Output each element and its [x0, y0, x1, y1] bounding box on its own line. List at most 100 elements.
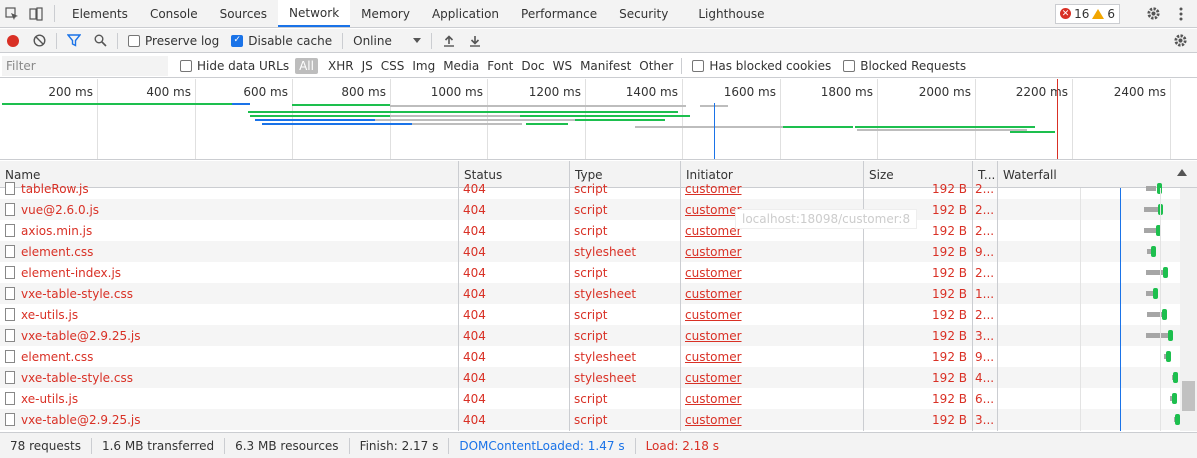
table-row[interactable]: element.css 404 stylesheet customer 192 B 9..…	[0, 241, 1180, 262]
request-initiator-link[interactable]: customer	[680, 304, 863, 325]
request-initiator[interactable]: customer	[685, 392, 742, 406]
request-initiator-link[interactable]: customer	[680, 388, 863, 409]
disable-cache-checkbox[interactable]: ✓ Disable cache	[225, 34, 338, 48]
more-options-icon[interactable]	[1169, 7, 1193, 21]
scrollbar-thumb[interactable]	[1182, 381, 1195, 411]
request-initiator[interactable]: customer	[685, 371, 742, 385]
waterfall-grid-line	[1080, 188, 1081, 431]
table-row[interactable]: vxe-table@2.9.25.js 404 script customer 192 …	[0, 325, 1180, 346]
request-initiator[interactable]: customer	[685, 224, 742, 238]
request-name: element-index.js	[21, 265, 122, 280]
request-initiator-link[interactable]: customer	[680, 325, 863, 346]
export-har-button[interactable]	[462, 29, 488, 53]
request-initiator[interactable]: customer	[685, 413, 742, 427]
filter-type-all[interactable]: All	[295, 57, 318, 74]
filter-type-other[interactable]: Other	[635, 59, 677, 73]
filter-input[interactable]	[2, 55, 168, 76]
request-initiator-link[interactable]: customer	[680, 346, 863, 367]
request-name: element.css	[21, 244, 94, 259]
tab-sources[interactable]: Sources	[209, 0, 278, 27]
filter-type-js[interactable]: JS	[358, 59, 377, 73]
request-initiator-link[interactable]: customer	[680, 367, 863, 388]
tab-application[interactable]: Application	[421, 0, 510, 27]
record-button[interactable]	[0, 29, 26, 53]
search-button[interactable]	[87, 29, 113, 53]
throttling-select[interactable]: Online	[347, 34, 427, 48]
request-initiator-link[interactable]: customer	[680, 409, 863, 430]
blocked-requests-checkbox[interactable]: Blocked Requests	[837, 59, 972, 73]
table-row[interactable]: vxe-table-style.css 404 stylesheet customer…	[0, 367, 1180, 388]
filter-type-media[interactable]: Media	[439, 59, 483, 73]
request-initiator-link[interactable]: customer	[680, 262, 863, 283]
filter-type-font[interactable]: Font	[483, 59, 517, 73]
table-row[interactable]: vxe-table-style.css 404 stylesheet customer…	[0, 283, 1180, 304]
request-size: 192 B	[932, 391, 967, 406]
request-initiator[interactable]: customer	[685, 287, 742, 301]
divider	[117, 32, 118, 49]
tab-performance[interactable]: Performance	[510, 0, 608, 27]
tab-elements[interactable]: Elements	[61, 0, 139, 27]
preserve-log-checkbox[interactable]: Preserve log	[122, 34, 225, 48]
request-initiator[interactable]: customer	[685, 245, 742, 259]
table-row[interactable]: axios.min.js 404 script customer 192 B 2...	[0, 220, 1180, 241]
request-time: 2...	[975, 202, 995, 217]
tab-console[interactable]: Console	[139, 0, 209, 27]
request-name-cell: vxe-table@2.9.25.js	[0, 325, 458, 346]
clear-button[interactable]	[26, 29, 52, 53]
request-status: 404	[463, 223, 486, 238]
tab-network[interactable]: Network	[278, 0, 351, 27]
request-initiator-link[interactable]: customer	[680, 241, 863, 262]
table-row[interactable]: vxe-table@2.9.25.js 404 script customer 192 …	[0, 409, 1180, 430]
checkbox-checked-icon: ✓	[231, 34, 244, 47]
tab-security[interactable]: Security	[608, 0, 679, 27]
request-initiator[interactable]: customer	[685, 329, 742, 343]
grid-line	[195, 79, 196, 159]
request-time: 3...	[975, 412, 995, 427]
grid-line	[877, 79, 878, 159]
table-row[interactable]: xe-utils.js 404 script customer 192 B 2...	[0, 304, 1180, 325]
table-row[interactable]: tableRow.js 404 script customer 192 B 2...	[0, 178, 1180, 199]
filter-type-manifest[interactable]: Manifest	[576, 59, 635, 73]
has-blocked-cookies-checkbox[interactable]: Has blocked cookies	[686, 59, 837, 73]
request-initiator[interactable]: customer	[685, 350, 742, 364]
tab-lighthouse[interactable]: Lighthouse	[687, 0, 775, 27]
request-initiator[interactable]: customer	[685, 308, 742, 322]
table-row[interactable]: xe-utils.js 404 script customer 192 B 6...	[0, 388, 1180, 409]
request-initiator[interactable]: customer	[685, 266, 742, 280]
request-initiator[interactable]: customer	[685, 182, 742, 196]
import-har-button[interactable]	[436, 29, 462, 53]
filter-type-ws[interactable]: WS	[549, 59, 576, 73]
request-initiator-link[interactable]: customer	[680, 178, 863, 199]
filter-type-img[interactable]: Img	[408, 59, 439, 73]
filter-type-doc[interactable]: Doc	[517, 59, 548, 73]
issues-counter[interactable]: ✕ 16 6	[1055, 3, 1120, 24]
tab-memory[interactable]: Memory	[350, 0, 421, 27]
timeline-tick: 1200 ms	[528, 85, 581, 99]
inspect-element-icon[interactable]	[0, 0, 24, 27]
filter-toggle-button[interactable]	[61, 29, 87, 53]
table-row[interactable]: element-index.js 404 script customer 192 B 2.…	[0, 262, 1180, 283]
filter-type-css[interactable]: CSS	[377, 59, 409, 73]
file-icon	[5, 350, 15, 363]
request-initiator-link[interactable]: customer	[680, 283, 863, 304]
vertical-scrollbar[interactable]	[1180, 188, 1197, 431]
overview-request-bar	[292, 104, 390, 106]
grid-line	[780, 79, 781, 159]
overview-request-bar	[262, 123, 412, 125]
hide-data-urls-checkbox[interactable]: Hide data URLs	[174, 59, 295, 73]
network-settings-button[interactable]	[1167, 29, 1193, 53]
device-toolbar-icon[interactable]	[24, 0, 48, 27]
file-icon	[5, 392, 15, 405]
request-name: xe-utils.js	[21, 391, 79, 406]
settings-gear-icon[interactable]	[1141, 6, 1165, 21]
network-overview-timeline[interactable]: 200 ms 400 ms 600 ms 800 ms 1000 ms 1200…	[0, 79, 1197, 160]
filter-type-xhr[interactable]: XHR	[324, 59, 358, 73]
request-initiator[interactable]: customer	[685, 203, 742, 217]
download-icon	[470, 36, 481, 47]
table-row[interactable]: vue@2.6.0.js 404 script customer 192 B 2...	[0, 199, 1180, 220]
table-row[interactable]: element.css 404 stylesheet customer 192 B 9..…	[0, 346, 1180, 367]
overview-request-bar	[390, 105, 686, 107]
request-type: stylesheet	[574, 286, 637, 301]
sort-ascending-icon[interactable]	[1177, 169, 1187, 176]
request-name: xe-utils.js	[21, 307, 79, 322]
